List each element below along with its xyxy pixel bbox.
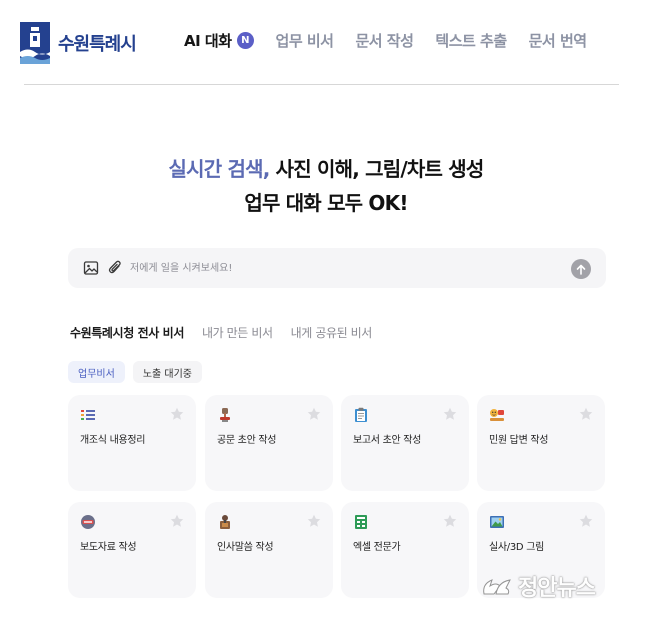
star-icon[interactable] — [443, 407, 457, 421]
hero-accent-text: 실시간 검색, — [168, 157, 271, 181]
lighthouse-logo-icon — [20, 22, 50, 64]
card-title: 개조식 내용정리 — [80, 435, 146, 446]
hero-line-1: 실시간 검색, 사진 이해, 그림/차트 생성 — [0, 152, 652, 186]
assistant-card[interactable]: 엑셀 전문가 — [341, 502, 469, 598]
paperclip-icon[interactable] — [107, 259, 123, 276]
send-button[interactable] — [571, 259, 591, 279]
card-title: 보고서 초안 작성 — [353, 435, 422, 446]
card-title: 실사/3D 그림 — [489, 542, 545, 553]
list-icon — [81, 410, 95, 420]
news-icon — [81, 515, 95, 529]
arrow-up-icon — [576, 264, 586, 275]
watermark-logo-icon — [483, 579, 511, 595]
nav-ai-chat-label: AI 대화 — [184, 32, 232, 50]
star-icon[interactable] — [170, 514, 184, 528]
watermark: 정안뉴스 — [480, 570, 596, 602]
stamp-icon — [220, 408, 230, 422]
speech-icon — [220, 515, 230, 529]
hero-line-1-rest: 사진 이해, 그림/차트 생성 — [269, 157, 485, 181]
main-nav: AI 대화 N 업무 비서 문서 작성 텍스트 추출 문서 번역 — [184, 30, 609, 51]
app-header: 수원특례시 AI 대화 N 업무 비서 문서 작성 텍스트 추출 문서 번역 — [0, 0, 652, 86]
hero-heading: 실시간 검색, 사진 이해, 그림/차트 생성 업무 대화 모두 OK! — [0, 152, 652, 220]
star-icon[interactable] — [579, 407, 593, 421]
clipboard-icon — [355, 407, 367, 422]
tab-company-assistants[interactable]: 수원특례시청 전사 비서 — [70, 324, 184, 341]
nav-document-writing[interactable]: 문서 작성 — [355, 30, 413, 51]
star-icon[interactable] — [307, 407, 321, 421]
nav-document-translation[interactable]: 문서 번역 — [529, 30, 587, 51]
card-title: 공문 초안 작성 — [217, 435, 277, 446]
assistant-card[interactable]: 공문 초안 작성 — [205, 395, 333, 491]
new-badge: N — [236, 32, 254, 49]
tab-shared-assistants[interactable]: 내게 공유된 비서 — [291, 324, 373, 341]
card-title: 인사말씀 작성 — [217, 542, 274, 553]
watermark-text: 정안뉴스 — [518, 576, 596, 601]
picture-icon — [490, 516, 504, 528]
filter-chips: 업무비서 노출 대기중 — [68, 361, 210, 383]
star-icon[interactable] — [170, 407, 184, 421]
assistant-tabs: 수원특례시청 전사 비서 내가 만든 비서 내게 공유된 비서 — [70, 324, 390, 341]
tab-my-assistants[interactable]: 내가 만든 비서 — [202, 324, 273, 341]
complaint-icon — [490, 409, 504, 421]
chip-work-assistant[interactable]: 업무비서 — [68, 361, 125, 383]
card-title: 엑셀 전문가 — [353, 542, 401, 553]
star-icon[interactable] — [307, 514, 321, 528]
card-title: 민원 답변 작성 — [489, 435, 549, 446]
logo-text: 수원특례시 — [58, 34, 137, 55]
image-icon[interactable] — [83, 260, 99, 276]
nav-work-assistant[interactable]: 업무 비서 — [276, 30, 334, 51]
chip-pending-exposure[interactable]: 노출 대기중 — [132, 361, 202, 383]
star-icon[interactable] — [579, 514, 593, 528]
assistant-card[interactable]: 개조식 내용정리 — [68, 395, 196, 491]
assistant-card[interactable]: 인사말씀 작성 — [205, 502, 333, 598]
nav-text-extraction[interactable]: 텍스트 추출 — [435, 30, 507, 51]
assistant-card[interactable]: 보고서 초안 작성 — [341, 395, 469, 491]
prompt-bar — [68, 248, 606, 288]
hero-line-2: 업무 대화 모두 OK! — [244, 191, 408, 215]
prompt-input[interactable] — [130, 256, 550, 280]
card-title: 보도자료 작성 — [80, 542, 137, 553]
nav-ai-chat[interactable]: AI 대화 N — [184, 30, 254, 51]
spreadsheet-icon — [355, 515, 367, 529]
logo[interactable]: 수원특례시 — [20, 22, 137, 64]
assistant-card[interactable]: 민원 답변 작성 — [477, 395, 605, 491]
star-icon[interactable] — [443, 514, 457, 528]
header-divider — [24, 84, 619, 85]
assistant-card[interactable]: 보도자료 작성 — [68, 502, 196, 598]
